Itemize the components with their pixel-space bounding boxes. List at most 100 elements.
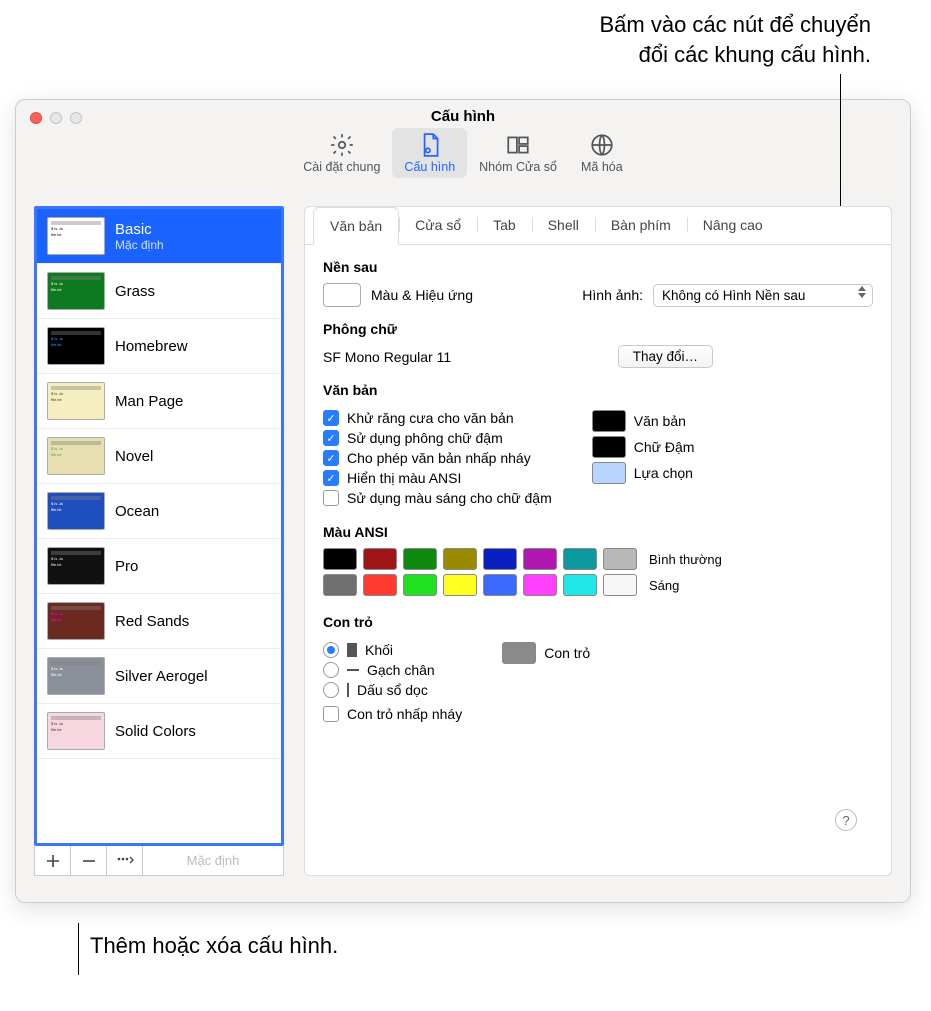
panel-tab[interactable]: Shell xyxy=(532,207,595,244)
panel-tab[interactable]: Tab xyxy=(477,207,532,244)
plus-icon xyxy=(46,854,60,868)
callout-tabs: Bấm vào các nút để chuyển đổi các khung … xyxy=(0,0,931,69)
block-cursor-icon xyxy=(347,643,357,657)
profile-name: Silver Aerogel xyxy=(115,668,208,685)
profile-thumbnail: $ ls -lafile.txt xyxy=(47,602,105,640)
cursor-underline-radio[interactable] xyxy=(323,662,339,678)
blink-text-checkbox[interactable]: ✓ xyxy=(323,450,339,466)
bar-cursor-icon xyxy=(347,683,349,697)
profile-name: Homebrew xyxy=(115,338,188,355)
profile-thumbnail: $ ls -lafile.txt xyxy=(47,217,105,255)
background-color-well[interactable] xyxy=(323,283,361,307)
profile-name: Novel xyxy=(115,448,153,465)
section-title: Phông chữ xyxy=(323,321,873,337)
profile-thumbnail: $ ls -lafile.txt xyxy=(47,657,105,695)
cursor-blink-checkbox[interactable] xyxy=(323,706,339,722)
profile-item[interactable]: $ ls -lafile.txtMan Page xyxy=(37,374,281,429)
profile-subtitle: Mặc định xyxy=(115,238,164,252)
bold-color-well[interactable] xyxy=(592,436,626,458)
profile-thumbnail: $ ls -lafile.txt xyxy=(47,272,105,310)
default-button[interactable]: Mặc định xyxy=(143,846,283,875)
toolbar-encoding[interactable]: Mã hóa xyxy=(569,128,635,178)
ansi-color-well[interactable] xyxy=(403,548,437,570)
section-title: Con trỏ xyxy=(323,614,873,630)
toolbar-window-groups[interactable]: Nhóm Cửa sổ xyxy=(467,128,569,178)
add-profile-button[interactable] xyxy=(35,846,71,875)
profile-thumbnail: $ ls -lafile.txt xyxy=(47,547,105,585)
ansi-color-well[interactable] xyxy=(523,574,557,596)
ansi-color-well[interactable] xyxy=(363,548,397,570)
change-font-button[interactable]: Thay đổi… xyxy=(618,345,713,368)
ellipsis-chevron-icon xyxy=(116,854,134,868)
ansi-color-well[interactable] xyxy=(443,548,477,570)
panel-tab[interactable]: Bàn phím xyxy=(595,207,687,244)
profile-thumbnail: $ ls -lafile.txt xyxy=(47,327,105,365)
profile-name: Red Sands xyxy=(115,613,189,630)
ansi-color-well[interactable] xyxy=(603,574,637,596)
help-button[interactable]: ? xyxy=(835,809,857,831)
ansi-color-well[interactable] xyxy=(603,548,637,570)
panel-tab[interactable]: Cửa sổ xyxy=(399,207,477,244)
profile-list[interactable]: $ ls -lafile.txtBasicMặc định$ ls -lafil… xyxy=(34,206,284,846)
window-title: Cấu hình xyxy=(16,108,910,125)
ansi-color-well[interactable] xyxy=(403,574,437,596)
profile-item[interactable]: $ ls -lafile.txt Silver Aerogel xyxy=(37,649,281,704)
cursor-block-radio[interactable] xyxy=(323,642,339,658)
gear-icon xyxy=(329,132,355,158)
profile-thumbnail: $ ls -lafile.txt xyxy=(47,712,105,750)
cursor-section: Con trỏ Khối Gạch chân Dấu sổ dọc Con tr… xyxy=(305,600,891,726)
profile-name: Grass xyxy=(115,283,155,300)
cursor-bar-radio[interactable] xyxy=(323,682,339,698)
toolbar-profiles[interactable]: Cấu hình xyxy=(392,128,467,178)
profile-item[interactable]: $ ls -lafile.txt Novel xyxy=(37,429,281,484)
profile-name: Pro xyxy=(115,558,138,575)
profile-item[interactable]: $ ls -lafile.txt Pro xyxy=(37,539,281,594)
profile-name: Ocean xyxy=(115,503,159,520)
ansi-section: Màu ANSI Bình thường Sáng xyxy=(305,510,891,596)
cursor-color-well[interactable] xyxy=(502,642,536,664)
profile-actions-button[interactable] xyxy=(107,846,143,875)
ansi-color-well[interactable] xyxy=(523,548,557,570)
ansi-normal-label: Bình thường xyxy=(649,552,722,567)
ansi-colors-checkbox[interactable]: ✓ xyxy=(323,470,339,486)
toolbar-general[interactable]: Cài đặt chung xyxy=(291,128,392,178)
text-color-well[interactable] xyxy=(592,410,626,432)
profile-item[interactable]: $ ls -lafile.txt Red Sands xyxy=(37,594,281,649)
background-image-select[interactable]: Không có Hình Nền sau xyxy=(653,284,873,307)
remove-profile-button[interactable] xyxy=(71,846,107,875)
profile-item[interactable]: $ ls -lafile.txt Grass xyxy=(37,264,281,319)
bright-bold-checkbox[interactable] xyxy=(323,490,339,506)
titlebar: Cấu hình xyxy=(16,100,910,124)
selection-color-well[interactable] xyxy=(592,462,626,484)
profile-item[interactable]: $ ls -lafile.txtBasicMặc định xyxy=(37,209,281,264)
preferences-window: Cấu hình Cài đặt chung Cấu hình Nhóm Cửa… xyxy=(15,99,911,903)
panel-tab[interactable]: Nâng cao xyxy=(687,207,779,244)
section-title: Nền sau xyxy=(323,259,873,275)
pref-toolbar: Cài đặt chung Cấu hình Nhóm Cửa sổ Mã hó… xyxy=(16,124,910,188)
ansi-color-well[interactable] xyxy=(363,574,397,596)
profile-thumbnail: $ ls -lafile.txt xyxy=(47,437,105,475)
ansi-color-well[interactable] xyxy=(323,548,357,570)
settings-panel: Văn bảnCửa sổTabShellBàn phímNâng cao Nề… xyxy=(304,206,892,876)
profile-item[interactable]: $ ls -lafile.txt Homebrew xyxy=(37,319,281,374)
ansi-color-well[interactable] xyxy=(483,548,517,570)
profiles-sidebar: $ ls -lafile.txtBasicMặc định$ ls -lafil… xyxy=(34,206,284,876)
profile-item[interactable]: $ ls -lafile.txt Solid Colors xyxy=(37,704,281,759)
windows-icon xyxy=(505,132,531,158)
callout-line xyxy=(78,923,79,975)
ansi-color-well[interactable] xyxy=(483,574,517,596)
callout-add-remove: Thêm hoặc xóa cấu hình. xyxy=(0,903,931,959)
font-section: Phông chữ SF Mono Regular 11 Thay đổi… xyxy=(305,307,891,368)
minus-icon xyxy=(82,854,96,868)
ansi-color-well[interactable] xyxy=(563,574,597,596)
profile-name: Solid Colors xyxy=(115,723,196,740)
font-name: SF Mono Regular 11 xyxy=(323,349,451,365)
antialias-checkbox[interactable]: ✓ xyxy=(323,410,339,426)
ansi-color-well[interactable] xyxy=(563,548,597,570)
background-section: Nền sau Màu & Hiệu ứng Hình ảnh: Không c… xyxy=(305,245,891,307)
ansi-color-well[interactable] xyxy=(323,574,357,596)
ansi-color-well[interactable] xyxy=(443,574,477,596)
panel-tab[interactable]: Văn bản xyxy=(313,207,399,245)
profile-item[interactable]: $ ls -lafile.txtOcean xyxy=(37,484,281,539)
bold-font-checkbox[interactable]: ✓ xyxy=(323,430,339,446)
